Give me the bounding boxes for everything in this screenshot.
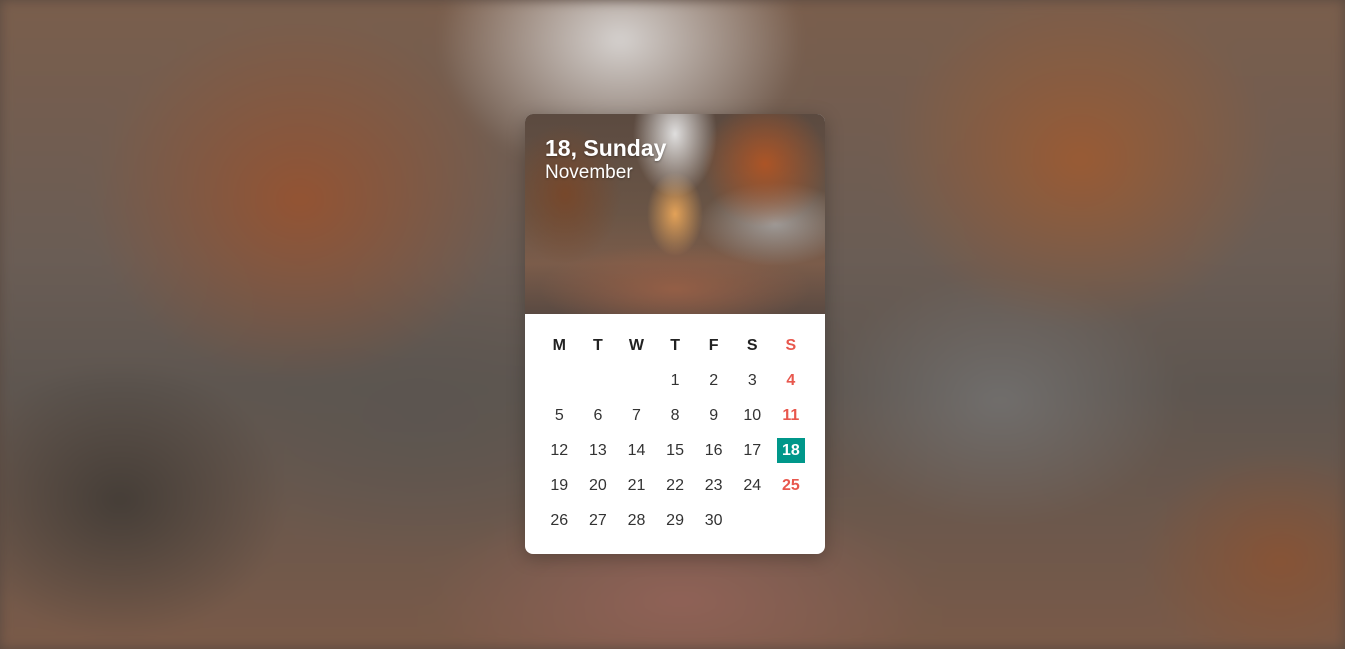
day-cell[interactable]: 12 [540,433,579,468]
day-cell[interactable]: 9 [694,398,733,433]
day-cell [540,363,579,398]
week-row: 5 6 7 8 9 10 11 [540,398,810,433]
weekday-wednesday: W [628,337,645,354]
autumn-path-photo: 18, Sunday November [525,114,825,314]
day-cell-sunday[interactable]: 25 [772,468,811,503]
day-cell[interactable]: 21 [617,468,656,503]
month-label: November [545,162,633,183]
weekday-thursday: T [670,337,680,354]
day-cell[interactable]: 1 [656,363,695,398]
day-cell[interactable]: 28 [617,503,656,538]
day-cell[interactable]: 5 [540,398,579,433]
week-row: 26 27 28 29 30 [540,503,810,538]
selected-date-title: 18, Sunday [545,135,667,161]
weekday-friday: F [708,337,719,354]
weekday-monday: M [552,337,566,354]
weekday-tuesday: T [593,337,603,354]
day-cell[interactable]: 24 [733,468,772,503]
day-cell[interactable]: 29 [656,503,695,538]
day-cell[interactable]: 13 [579,433,618,468]
day-cell[interactable]: 27 [579,503,618,538]
day-cell-today-wrapper: 18 [772,433,811,468]
day-cell[interactable]: 3 [733,363,772,398]
day-cell [579,363,618,398]
day-cell[interactable]: 16 [694,433,733,468]
day-cell[interactable]: 20 [579,468,618,503]
day-cell[interactable]: 8 [656,398,695,433]
day-cell-sunday[interactable]: 11 [772,398,811,433]
day-cell [617,363,656,398]
day-cell[interactable]: 14 [617,433,656,468]
calendar-grid: M T W T F S S 1 2 3 4 5 6 7 8 9 10 11 12… [540,328,810,538]
day-cell[interactable]: 6 [579,398,618,433]
day-cell-sunday [772,503,811,538]
calendar-widget: 18, Sunday November M T W T F S S 1 2 3 … [525,114,825,554]
day-cell[interactable]: 26 [540,503,579,538]
day-cell[interactable]: 7 [617,398,656,433]
week-row: 1 2 3 4 [540,363,810,398]
day-cell[interactable]: 19 [540,468,579,503]
weekday-header-row: M T W T F S S [540,328,810,363]
weekday-sunday: S [785,337,797,354]
day-cell-today[interactable]: 18 [776,438,805,464]
day-cell[interactable]: 23 [694,468,733,503]
day-cell[interactable]: 22 [656,468,695,503]
day-cell [733,503,772,538]
day-cell[interactable]: 17 [733,433,772,468]
day-cell[interactable]: 10 [733,398,772,433]
day-cell[interactable]: 2 [694,363,733,398]
weekday-saturday: S [746,337,758,354]
week-row: 12 13 14 15 16 17 18 [540,433,810,468]
day-cell[interactable]: 30 [694,503,733,538]
week-row: 19 20 21 22 23 24 25 [540,468,810,503]
day-cell-sunday[interactable]: 4 [772,363,811,398]
day-cell[interactable]: 15 [656,433,695,468]
